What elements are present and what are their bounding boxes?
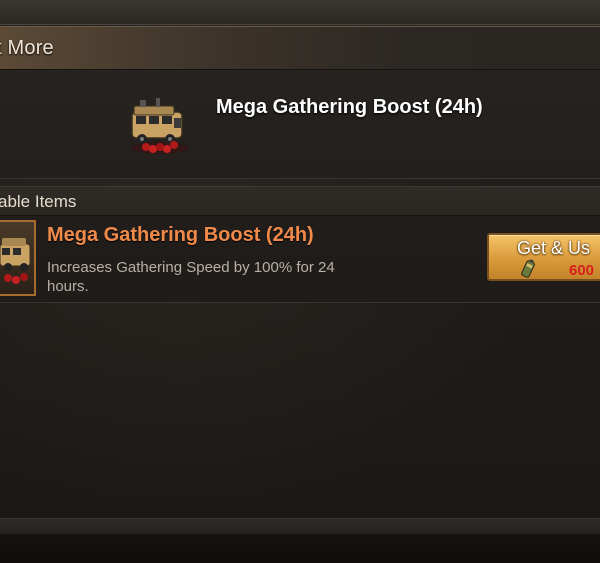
armored-truck-icon bbox=[0, 238, 31, 284]
get-and-use-button[interactable]: Get & Us 600 bbox=[487, 233, 600, 281]
bottom-strip bbox=[0, 534, 600, 563]
bottom-divider bbox=[0, 518, 600, 535]
hero-panel: Mega Gathering Boost (24h) bbox=[0, 70, 600, 179]
item-cost: 600 bbox=[569, 262, 595, 279]
section-title: able Items bbox=[0, 192, 77, 211]
buy-button-label: Get & Us bbox=[517, 238, 591, 258]
item-thumbnail bbox=[0, 220, 36, 296]
section-header: able Items bbox=[0, 186, 600, 216]
hero-title: Mega Gathering Boost (24h) bbox=[216, 96, 483, 118]
header-bar: t More bbox=[0, 26, 600, 70]
gold-canister-icon bbox=[521, 259, 535, 278]
get-more-screen: t More Mega Gathering Boost (24h) able I… bbox=[0, 0, 600, 563]
item-name: Mega Gathering Boost (24h) bbox=[47, 224, 314, 246]
page-title: t More bbox=[0, 37, 54, 59]
armored-truck-icon bbox=[131, 98, 188, 154]
item-description: Increases Gathering Speed by 100% for 24… bbox=[47, 259, 335, 295]
top-strip bbox=[0, 0, 600, 25]
